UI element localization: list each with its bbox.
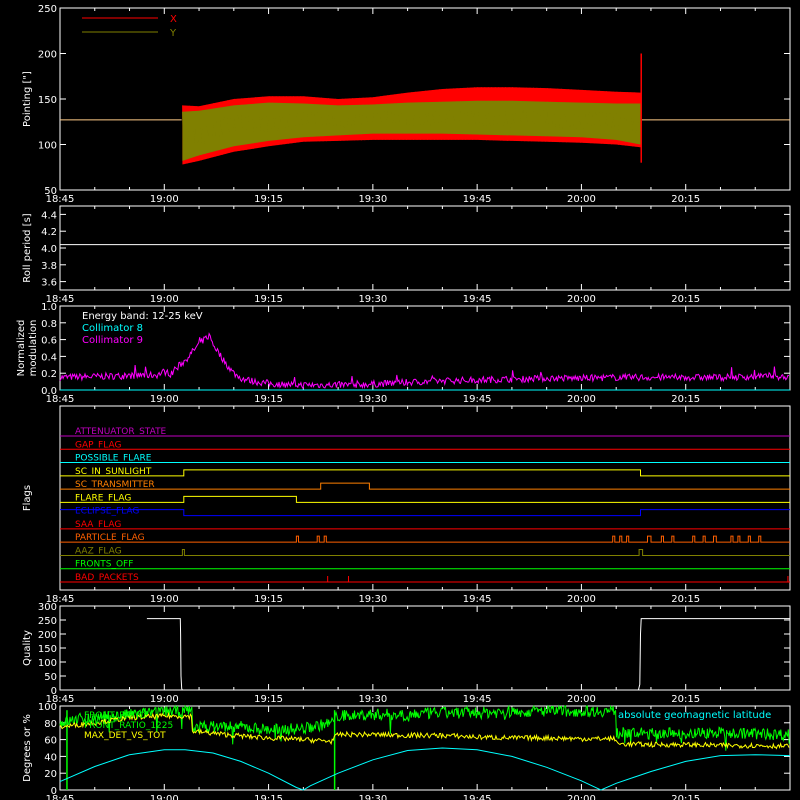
x-tick-label: 20:00: [567, 794, 596, 800]
y-tick-label: 3.6: [41, 278, 57, 289]
x-tick-label: 19:45: [463, 394, 492, 405]
y-tick-label: 100: [38, 141, 57, 152]
legend-label-max-det: MAX_DET_VS_TOT: [84, 731, 166, 741]
y-tick-label: 4.0: [41, 244, 57, 255]
x-tick-label: 19:15: [254, 594, 283, 605]
x-tick-label: 19:30: [358, 294, 387, 305]
x-tick-label: 20:15: [671, 794, 700, 800]
y-tick-label: 0.8: [41, 319, 57, 330]
multi-panel-timeseries-chart: 18:45 19:00 19:15 19:30 19:45 20:00 20:15Point…: [0, 0, 800, 800]
x-tick-label: 20:00: [567, 294, 596, 305]
y-tick-label: 200: [38, 630, 57, 641]
y-tick-label: 0.2: [41, 369, 57, 380]
legend-label-X: X: [170, 14, 177, 25]
y-tick-label: 4.2: [41, 227, 57, 238]
x-tick-label: 19:15: [254, 394, 283, 405]
x-tick-label: 20:00: [567, 694, 596, 705]
y-tick-label: 150: [38, 95, 57, 106]
x-tick-label: 19:45: [463, 694, 492, 705]
x-tick-label: 19:30: [358, 694, 387, 705]
legend-label-geomagnetic: absolute geomagnetic latitude: [618, 710, 771, 721]
y-tick-label: 50: [44, 186, 57, 197]
x-tick-label: 19:00: [150, 194, 179, 205]
legend-label-Y: Y: [169, 28, 177, 39]
x-tick-label: 20:15: [671, 694, 700, 705]
x-tick-label: 19:30: [358, 394, 387, 405]
y-tick-label: 250: [38, 4, 57, 15]
x-tick-label: 19:00: [150, 594, 179, 605]
y-tick-label: 3.8: [41, 261, 57, 272]
x-tick-label: 20:15: [671, 394, 700, 405]
y-tick-label: 0.6: [41, 336, 57, 347]
y-tick-label: 100: [38, 658, 57, 669]
y-tick-label: 20: [44, 769, 57, 780]
y-axis-label: Flags: [22, 485, 33, 511]
x-tick-label: 19:00: [150, 694, 179, 705]
x-tick-label: 19:15: [254, 694, 283, 705]
x-tick-label: 20:15: [671, 294, 700, 305]
y-tick-label: 150: [38, 644, 57, 655]
y-tick-label: 250: [38, 616, 57, 627]
y-tick-label: 0: [51, 686, 57, 697]
x-tick-label: 19:00: [150, 294, 179, 305]
flag-label-eclipse-flag: ECLIPSE_FLAG: [75, 507, 139, 517]
x-tick-label: 19:45: [463, 594, 492, 605]
x-tick-label: 19:30: [358, 594, 387, 605]
x-tick-label: 20:15: [671, 194, 700, 205]
y-tick-label: 1.0: [41, 302, 57, 313]
y-tick-label: 40: [44, 752, 57, 763]
x-tick-label: 20:00: [567, 594, 596, 605]
x-tick-label: 19:15: [254, 294, 283, 305]
y-axis-label: Degrees or %: [22, 714, 33, 782]
y-axis-label: Pointing ["]: [22, 71, 33, 127]
x-tick-label: 19:00: [150, 794, 179, 800]
y-tick-label: 0: [51, 786, 57, 797]
x-tick-label: 20:00: [567, 194, 596, 205]
y-tick-label: 4.4: [41, 210, 57, 221]
y-tick-label: 0.4: [41, 352, 57, 363]
legend-label-front-ratio-1225: FRONT_RATIO_1225: [84, 721, 173, 731]
y-tick-label: 100: [38, 702, 57, 713]
x-tick-label: 19:00: [150, 394, 179, 405]
x-tick-label: 20:15: [671, 594, 700, 605]
y-tick-label: 60: [44, 736, 57, 747]
legend-label-0: Energy band: 12-25 keV: [82, 311, 203, 322]
x-tick-label: 19:30: [358, 194, 387, 205]
y-axis-label: Normalized: [16, 320, 27, 377]
y-tick-label: 0.0: [41, 386, 57, 397]
y-tick-label: 50: [44, 672, 57, 683]
x-tick-label: 19:45: [463, 194, 492, 205]
y-axis-label: Quality: [22, 630, 33, 666]
x-tick-label: 20:00: [567, 394, 596, 405]
y-tick-label: 80: [44, 719, 57, 730]
y-axis-label: modulation: [28, 320, 39, 377]
legend-label-front-ratio: FRONT_RATIO: [84, 711, 146, 721]
y-tick-label: 300: [38, 602, 57, 613]
legend-label-2: Collimator 9: [82, 335, 143, 346]
x-tick-label: 19:15: [254, 194, 283, 205]
legend-label-1: Collimator 8: [82, 323, 143, 334]
x-tick-label: 19:45: [463, 294, 492, 305]
y-axis-label: Roll period [s]: [22, 213, 33, 282]
x-tick-label: 19:15: [254, 794, 283, 800]
y-tick-label: 200: [38, 50, 57, 61]
x-tick-label: 19:45: [463, 794, 492, 800]
x-tick-label: 19:30: [358, 794, 387, 800]
